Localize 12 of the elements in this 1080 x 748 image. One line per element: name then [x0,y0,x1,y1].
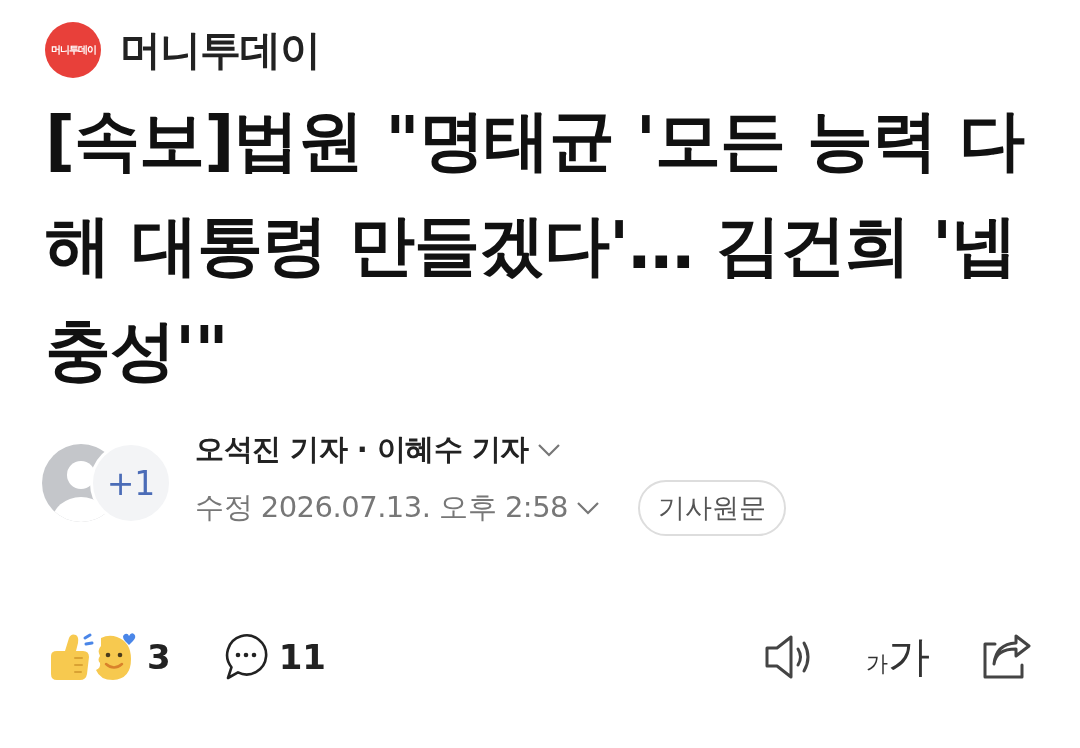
comments-button[interactable]: 11 [220,633,326,681]
extra-authors-count[interactable]: +1 [90,442,172,524]
font-size-button[interactable]: 가가 [866,629,930,685]
authors-button[interactable]: 오석진 기자 · 이혜수 기자 [195,430,787,470]
article-headline: [속보]법원 "명태균 '모든 능력 다 해 대통령 만들겠다'… 김건희 '넵 충성'" [45,101,1026,391]
logo-text: 머니투데이 [50,43,96,57]
reaction-button[interactable]: 3 [45,632,171,682]
original-article-button[interactable]: 기사원문 [638,480,787,536]
chevron-down-icon [536,443,561,457]
chevron-down-icon [576,501,601,515]
brand-name: 머니투데이 [120,24,320,76]
timestamp-button[interactable]: 수정 2026.07.13. 오후 2:58 [195,488,601,528]
